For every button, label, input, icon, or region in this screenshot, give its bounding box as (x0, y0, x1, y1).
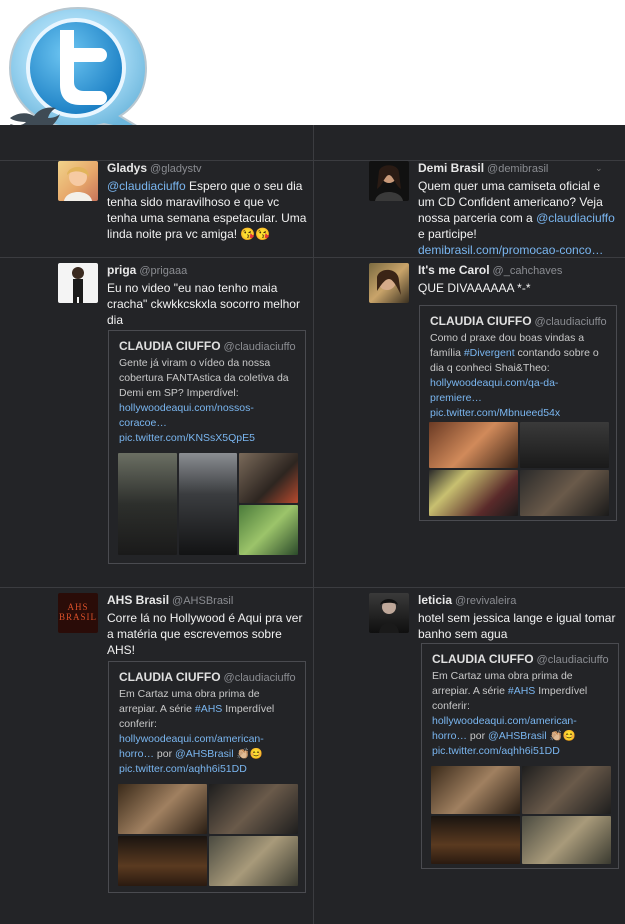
avatar-logo-text: AHS BRASIL (58, 602, 97, 622)
photo[interactable] (209, 784, 298, 834)
photo-grid[interactable] (431, 766, 611, 864)
emoji: 👏🏼😊 (233, 748, 263, 760)
url-link[interactable]: hollywoodeaqui.com/qa-da-premiere… (430, 377, 558, 404)
tweet-author-handle[interactable]: @gladystv (150, 163, 202, 175)
pic-link[interactable]: pic.twitter.com/aqhh6i51DD (119, 763, 247, 775)
quoted-tweet-card[interactable]: CLAUDIA CIUFFO @claudiaciuffo Em Cartaz u… (108, 661, 306, 893)
quoted-tweet-text: Em Cartaz uma obra prima de arrepiar. A … (432, 669, 608, 759)
quoted-tweet-text: Gente já viram o vídeo da nossa cobertur… (119, 356, 295, 446)
avatar[interactable] (369, 263, 409, 303)
photo[interactable] (178, 453, 238, 555)
photo-grid[interactable] (118, 784, 298, 886)
url-link[interactable]: hollywoodeaqui.com/nossos-coracoe… (119, 402, 254, 429)
photo[interactable] (522, 766, 611, 814)
tweet-author-handle[interactable]: @prigaaa (139, 265, 187, 277)
avatar[interactable] (58, 161, 98, 201)
photo[interactable] (429, 470, 518, 516)
avatar[interactable]: AHS BRASIL (58, 593, 98, 633)
mention-link[interactable]: @AHSBrasil (488, 730, 547, 742)
quoted-tweet-card[interactable]: CLAUDIA CIUFFO @claudiaciuffo Como d prax… (419, 305, 617, 521)
tweet-author-name[interactable]: AHS Brasil (107, 593, 169, 607)
quoted-tweet-text: Como d praxe dou boas vindas a família #… (430, 331, 606, 421)
photo[interactable] (520, 422, 609, 468)
quoted-text-body: por (467, 730, 489, 742)
photo-grid[interactable] (118, 453, 298, 555)
pic-link[interactable]: pic.twitter.com/Mbnueed54x (430, 407, 560, 419)
mention-link[interactable]: @AHSBrasil (175, 748, 234, 760)
tweet-author-handle[interactable]: @AHSBrasil (172, 595, 233, 607)
tweet-author-name[interactable]: Gladys (107, 161, 147, 175)
avatar[interactable] (369, 161, 409, 201)
quoted-author-name[interactable]: CLAUDIA CIUFFO (430, 314, 532, 328)
row-divider (0, 587, 625, 588)
tweet-text: Eu no video "eu nao tenho maia cracha" c… (107, 281, 300, 327)
tweet-author-name[interactable]: leticia (418, 593, 452, 607)
hashtag-link[interactable]: #Divergent (464, 347, 515, 359)
quoted-author-handle[interactable]: @claudiaciuffo (535, 316, 607, 328)
quoted-author-handle[interactable]: @claudiaciuffo (537, 654, 609, 666)
tweet-text: Quem quer uma camiseta oficial e um CD C… (418, 178, 618, 258)
tweet-text-body: e participe! (418, 227, 477, 241)
caret-down-icon[interactable]: ⌄ (595, 163, 603, 174)
quoted-author-name[interactable]: CLAUDIA CIUFFO (119, 339, 221, 353)
tweet-text: Corre lá no Hollywood é Aqui pra ver a m… (107, 611, 303, 657)
tweet-text: @claudiaciuffo Espero que o seu dia tenh… (107, 178, 307, 242)
column-divider (313, 125, 314, 924)
quoted-tweet-card[interactable]: CLAUDIA CIUFFO @claudiaciuffo Em Cartaz u… (421, 643, 619, 869)
photo[interactable] (118, 836, 207, 886)
pic-link[interactable]: pic.twitter.com/aqhh6i51DD (432, 745, 560, 757)
tweet-text: hotel sem jessica lange e igual tomar ba… (418, 611, 616, 641)
quoted-author-name[interactable]: CLAUDIA CIUFFO (432, 652, 534, 666)
mention-link[interactable]: @claudiaciuffo (107, 179, 186, 193)
twitter-logo (0, 0, 160, 140)
tweet-author-name[interactable]: It's me Carol (418, 263, 490, 277)
quoted-author-name[interactable]: CLAUDIA CIUFFO (119, 670, 221, 684)
quoted-text-body: por (154, 748, 176, 760)
emoji: 👏🏼😊 (546, 730, 576, 742)
photo[interactable] (431, 766, 520, 814)
photo[interactable] (520, 470, 609, 516)
quoted-tweet-card[interactable]: CLAUDIA CIUFFO @claudiaciuffo Gente já vi… (108, 330, 306, 564)
avatar[interactable] (58, 263, 98, 303)
avatar[interactable] (369, 593, 409, 633)
tweet-text: QUE DIVAAAAAA *-* (418, 281, 531, 295)
quoted-author-handle[interactable]: @claudiaciuffo (224, 672, 296, 684)
quoted-text-body: Gente já viram o vídeo da nossa cobertur… (119, 357, 289, 399)
tweet-author-handle[interactable]: @demibrasil (487, 163, 548, 175)
tweet-board: Gladys @gladystv @claudiaciuffo Espero qu… (0, 125, 625, 924)
quoted-tweet-text: Em Cartaz uma obra prima de arrepiar. A … (119, 687, 295, 777)
url-link[interactable]: demibrasil.com/promocao-conco… (418, 243, 603, 257)
quoted-author-handle[interactable]: @claudiaciuffo (224, 341, 296, 353)
pic-link[interactable]: pic.twitter.com/KNSsX5QpE5 (119, 432, 255, 444)
photo[interactable] (118, 453, 177, 555)
tweet-author-handle[interactable]: @_cahchaves (493, 265, 563, 277)
tweet-author-name[interactable]: Demi Brasil (418, 161, 484, 175)
photo[interactable] (431, 816, 520, 864)
photo[interactable] (118, 784, 207, 834)
photo[interactable] (239, 505, 298, 555)
photo[interactable] (522, 816, 611, 864)
tweet-author-handle[interactable]: @revivaleira (455, 595, 516, 607)
photo[interactable] (429, 422, 518, 468)
photo[interactable] (239, 453, 298, 503)
photo-grid[interactable] (429, 422, 609, 516)
tweet-author-name[interactable]: priga (107, 263, 136, 277)
hashtag-link[interactable]: #AHS (195, 703, 222, 715)
mention-link[interactable]: @claudiaciuffo (536, 211, 615, 225)
hashtag-link[interactable]: #AHS (508, 685, 535, 697)
photo[interactable] (209, 836, 298, 886)
